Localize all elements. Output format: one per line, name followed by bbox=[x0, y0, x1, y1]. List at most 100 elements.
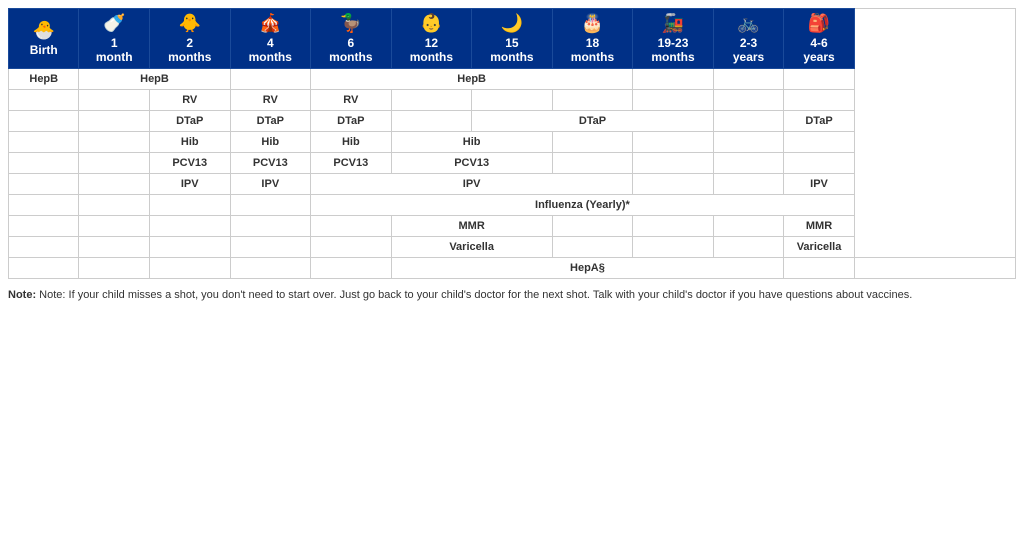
hepa-4months-empty bbox=[230, 258, 311, 279]
46years-label: 4-6years bbox=[787, 36, 850, 64]
pcv13-23years-empty bbox=[713, 153, 783, 174]
note-label: Note: bbox=[8, 289, 36, 301]
hepb-6months: HepB bbox=[311, 69, 633, 90]
rv-23years-empty bbox=[713, 90, 783, 111]
birth-icon: 🐣 bbox=[12, 20, 75, 41]
varicella-1month-empty bbox=[79, 237, 149, 258]
rv-row: RV RV RV bbox=[9, 90, 1016, 111]
varicella-birth-empty bbox=[9, 237, 79, 258]
varicella-1923months-empty bbox=[633, 237, 714, 258]
header-1month: 🍼 1month bbox=[79, 9, 149, 69]
mmr-row: MMR MMR bbox=[9, 216, 1016, 237]
hepb-4months-empty bbox=[230, 69, 311, 90]
1month-icon: 🍼 bbox=[82, 13, 145, 34]
ipv-row: IPV IPV IPV IPV bbox=[9, 174, 1016, 195]
hib-1923months-empty bbox=[633, 132, 714, 153]
15months-label: 15months bbox=[475, 36, 549, 64]
hepb-label: HepB bbox=[9, 69, 79, 90]
15months-icon: 🌙 bbox=[475, 13, 549, 34]
hepa-birth-empty bbox=[9, 258, 79, 279]
pcv13-18months-empty bbox=[552, 153, 633, 174]
varicella-4months-empty bbox=[230, 237, 311, 258]
18months-icon: 🎂 bbox=[556, 13, 630, 34]
birth-label: Birth bbox=[12, 43, 75, 57]
rv-12months-empty bbox=[391, 90, 472, 111]
pcv13-2months: PCV13 bbox=[149, 153, 230, 174]
hib-46years-empty bbox=[784, 132, 854, 153]
hib-6months: Hib bbox=[311, 132, 392, 153]
18months-label: 18months bbox=[556, 36, 630, 64]
23years-icon: 🚲 bbox=[717, 13, 780, 34]
rv-46years-empty bbox=[784, 90, 854, 111]
influenza-6months-plus: Influenza (Yearly)* bbox=[311, 195, 855, 216]
pcv13-birth-empty bbox=[9, 153, 79, 174]
dtap-row: DTaP DTaP DTaP DTaP DTaP bbox=[9, 111, 1016, 132]
header-birth: 🐣 Birth bbox=[9, 9, 79, 69]
dtap-46years: DTaP bbox=[784, 111, 854, 132]
ipv-2months: IPV bbox=[149, 174, 230, 195]
1923months-icon: 🚂 bbox=[636, 13, 710, 34]
23years-label: 2-3years bbox=[717, 36, 780, 64]
2months-icon: 🐥 bbox=[153, 13, 227, 34]
hepa-1month-empty bbox=[79, 258, 149, 279]
rv-4months: RV bbox=[230, 90, 311, 111]
header-1923months: 🚂 19-23months bbox=[633, 9, 714, 69]
hepb-1923months-empty bbox=[633, 69, 714, 90]
mmr-4months-empty bbox=[230, 216, 311, 237]
hepb-1month: HepB bbox=[79, 69, 230, 90]
46years-icon: 🎒 bbox=[787, 13, 850, 34]
hib-2months: Hib bbox=[149, 132, 230, 153]
rv-1923months-empty bbox=[633, 90, 714, 111]
header-4months: 🎪 4months bbox=[230, 9, 311, 69]
pcv13-1923months-empty bbox=[633, 153, 714, 174]
header-6months: 🦆 6months bbox=[311, 9, 392, 69]
rv-15months-empty bbox=[472, 90, 553, 111]
dtap-1month-empty bbox=[79, 111, 149, 132]
hib-row: Hib Hib Hib Hib bbox=[9, 132, 1016, 153]
dtap-2months: DTaP bbox=[149, 111, 230, 132]
mmr-46years: MMR bbox=[784, 216, 854, 237]
header-12months: 👶 12months bbox=[391, 9, 472, 69]
ipv-23years-empty bbox=[713, 174, 783, 195]
hepa-2months-empty bbox=[149, 258, 230, 279]
mmr-1923months-empty bbox=[633, 216, 714, 237]
dtap-12months-empty bbox=[391, 111, 472, 132]
dtap-birth-empty bbox=[9, 111, 79, 132]
header-23years: 🚲 2-3years bbox=[713, 9, 783, 69]
header-46years: 🎒 4-6years bbox=[784, 9, 854, 69]
header-row: 🐣 Birth 🍼 1month 🐥 2months 🎪 4months 🦆 6… bbox=[9, 9, 1016, 69]
2months-label: 2months bbox=[153, 36, 227, 64]
12months-label: 12months bbox=[395, 36, 469, 64]
hib-1month-empty bbox=[79, 132, 149, 153]
dtap-15to1923months: DTaP bbox=[472, 111, 714, 132]
hib-18months-empty bbox=[552, 132, 633, 153]
hib-4months: Hib bbox=[230, 132, 311, 153]
mmr-birth-empty bbox=[9, 216, 79, 237]
note-text: Note: If your child misses a shot, you d… bbox=[39, 289, 912, 301]
rv-2months: RV bbox=[149, 90, 230, 111]
pcv13-46years-empty bbox=[784, 153, 854, 174]
rv-18months-empty bbox=[552, 90, 633, 111]
1923months-label: 19-23months bbox=[636, 36, 710, 64]
influenza-2months-empty bbox=[149, 195, 230, 216]
header-2months: 🐥 2months bbox=[149, 9, 230, 69]
influenza-1month-empty bbox=[79, 195, 149, 216]
mmr-12to15months: MMR bbox=[391, 216, 552, 237]
hepa-23years-empty bbox=[784, 258, 854, 279]
influenza-4months-empty bbox=[230, 195, 311, 216]
12months-icon: 👶 bbox=[395, 13, 469, 34]
ipv-46years: IPV bbox=[784, 174, 854, 195]
varicella-12to15months: Varicella bbox=[391, 237, 552, 258]
ipv-1month-empty bbox=[79, 174, 149, 195]
ipv-4months: IPV bbox=[230, 174, 311, 195]
4months-icon: 🎪 bbox=[234, 13, 308, 34]
4months-label: 4months bbox=[234, 36, 308, 64]
dtap-23years-empty bbox=[713, 111, 783, 132]
hib-12to15months: Hib bbox=[391, 132, 552, 153]
pcv13-4months: PCV13 bbox=[230, 153, 311, 174]
mmr-1month-empty bbox=[79, 216, 149, 237]
hib-birth-empty bbox=[9, 132, 79, 153]
pcv13-1month-empty bbox=[79, 153, 149, 174]
varicella-23years-empty bbox=[713, 237, 783, 258]
mmr-18months-empty bbox=[552, 216, 633, 237]
